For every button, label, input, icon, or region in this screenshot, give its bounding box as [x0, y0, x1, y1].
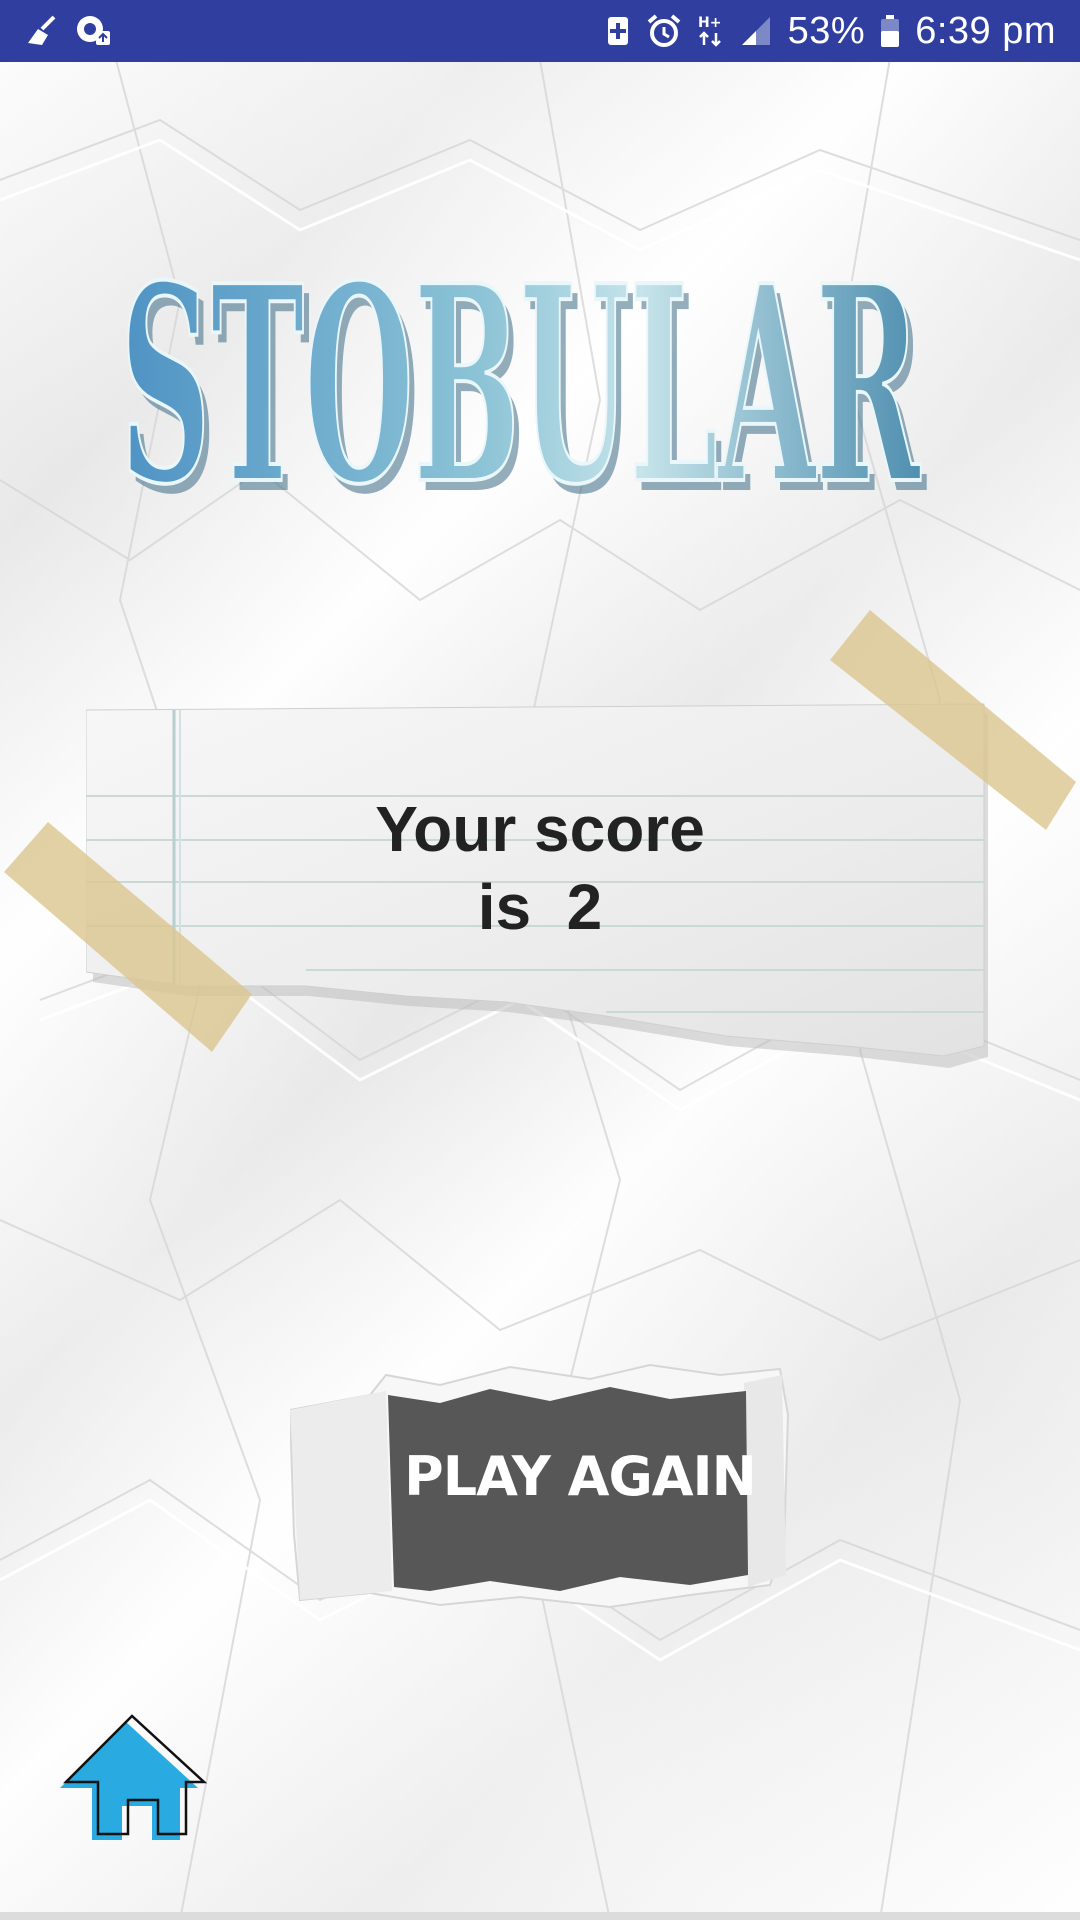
- notification-upload-icon: [74, 13, 114, 49]
- score-line-2: is 2: [477, 871, 603, 943]
- signal-icon: [738, 13, 774, 49]
- status-left-icons: [24, 13, 114, 49]
- network-type-icon: H+: [696, 13, 724, 49]
- score-message: Your score is 2: [0, 790, 1080, 946]
- play-again-label: PLAY AGAIN: [404, 1445, 757, 1508]
- score-line-1: Your score: [375, 793, 705, 865]
- navigation-bar-edge: [0, 1912, 1080, 1920]
- play-again-button[interactable]: PLAY AGAIN: [290, 1355, 790, 1610]
- battery-percent: 53%: [787, 9, 866, 52]
- cleaner-icon: [24, 13, 60, 49]
- clock: 6:39 pm: [915, 9, 1056, 52]
- battery-icon: [879, 13, 901, 49]
- app-title: STOBULAR: [120, 226, 922, 520]
- battery-saver-icon: [604, 13, 632, 49]
- status-bar: H+ 53% 6:39 pm: [0, 0, 1080, 62]
- svg-text:H+: H+: [698, 15, 721, 31]
- home-icon: [60, 1714, 208, 1840]
- alarm-icon: [646, 13, 682, 49]
- status-right-icons: H+ 53% 6:39 pm: [604, 10, 1056, 53]
- app-title-logo: STOBULAR STOBULAR: [118, 200, 960, 554]
- home-button[interactable]: [52, 1700, 212, 1850]
